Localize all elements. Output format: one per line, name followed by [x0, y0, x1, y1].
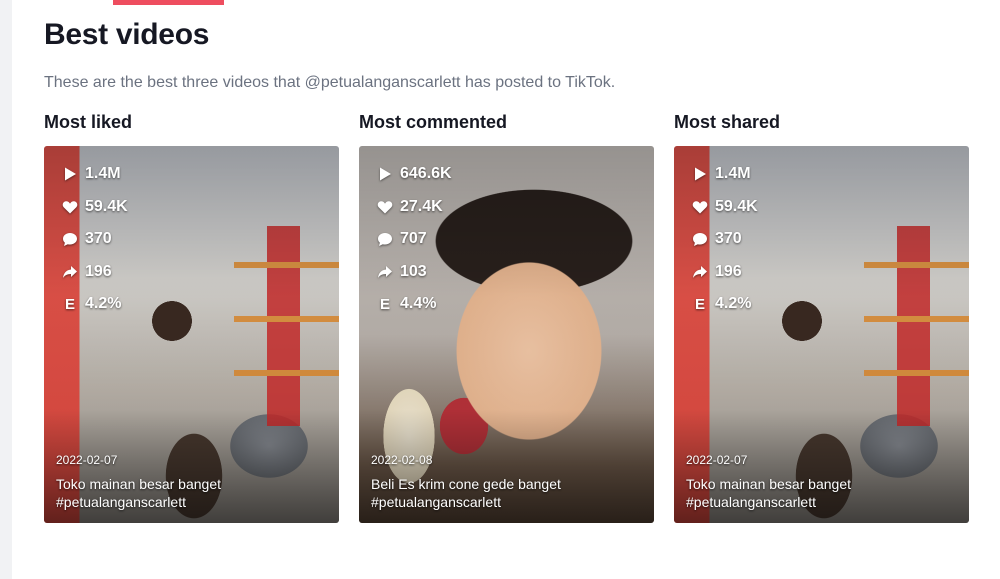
comments-count: 370: [715, 230, 742, 248]
shares-count: 103: [400, 262, 427, 280]
section-subtitle: These are the best three videos that @pe…: [44, 74, 616, 91]
heart-icon: [376, 198, 394, 216]
views-count: 1.4M: [85, 165, 121, 183]
play-icon: [61, 165, 79, 183]
video-date: 2022-02-07: [686, 453, 748, 467]
heart-icon: [691, 198, 709, 216]
engagement-rate: 4.2%: [715, 295, 752, 313]
views-stat: 646.6K: [376, 158, 452, 191]
video-hashtag: #petualanganscarlett: [56, 494, 186, 510]
column-heading: Most liked: [44, 112, 133, 132]
comment-icon: [61, 230, 79, 248]
column-heading: Most shared: [674, 112, 781, 132]
heart-icon: [61, 198, 79, 216]
likes-stat: 27.4K: [376, 191, 452, 224]
video-stats: 1.4M 59.4K 370 196 E 4.2%: [691, 158, 758, 321]
video-column-most-commented: Most commented 646.6K 27.4K 707 103 E 4.: [359, 110, 654, 523]
engagement-icon: E: [379, 295, 390, 313]
comments-count: 370: [85, 230, 112, 248]
likes-count: 59.4K: [85, 197, 128, 215]
video-date: 2022-02-07: [56, 453, 118, 467]
comments-count: 707: [400, 230, 427, 248]
share-arrow-icon: [691, 263, 709, 281]
comment-icon: [691, 230, 709, 248]
views-count: 646.6K: [400, 165, 452, 183]
shares-count: 196: [85, 262, 112, 280]
video-meta: 2022-02-07 Toko mainan besar banget #pet…: [56, 453, 327, 511]
video-date: 2022-02-08: [371, 453, 433, 467]
video-meta: 2022-02-08 Beli Es krim cone gede banget…: [371, 453, 642, 511]
engagement-rate: 4.2%: [85, 295, 122, 313]
comments-stat: 370: [61, 223, 128, 256]
comments-stat: 370: [691, 223, 758, 256]
likes-count: 59.4K: [715, 197, 758, 215]
engagement-icon: E: [694, 295, 705, 313]
video-caption-line: Toko mainan besar banget: [56, 476, 221, 492]
video-hashtag: #petualanganscarlett: [686, 494, 816, 510]
play-icon: [691, 165, 709, 183]
shares-stat: 196: [61, 256, 128, 289]
views-stat: 1.4M: [61, 158, 128, 191]
engagement-rate: 4.4%: [400, 295, 437, 313]
likes-stat: 59.4K: [691, 191, 758, 224]
engagement-stat: E 4.4%: [376, 288, 452, 321]
video-hashtag: #petualanganscarlett: [371, 494, 501, 510]
video-card[interactable]: 646.6K 27.4K 707 103 E 4.4% 2022-02-08 B…: [359, 146, 654, 523]
likes-count: 27.4K: [400, 197, 443, 215]
play-icon: [376, 165, 394, 183]
shares-count: 196: [715, 262, 742, 280]
active-tab-indicator: [113, 0, 224, 5]
share-arrow-icon: [61, 263, 79, 281]
engagement-icon: E: [64, 295, 75, 313]
left-rail: [0, 0, 12, 579]
video-card[interactable]: 1.4M 59.4K 370 196 E 4.2% 2022-02-07 Tok…: [44, 146, 339, 523]
engagement-stat: E 4.2%: [61, 288, 128, 321]
video-column-most-liked: Most liked 1.4M 59.4K 370 196 E 4.2% 202…: [44, 110, 339, 523]
section-title: Best videos: [44, 18, 210, 51]
shares-stat: 103: [376, 256, 452, 289]
video-meta: 2022-02-07 Toko mainan besar banget #pet…: [686, 453, 957, 511]
shares-stat: 196: [691, 256, 758, 289]
likes-stat: 59.4K: [61, 191, 128, 224]
comments-stat: 707: [376, 223, 452, 256]
video-column-most-shared: Most shared 1.4M 59.4K 370 196 E 4.2% 20…: [674, 110, 969, 523]
video-stats: 646.6K 27.4K 707 103 E 4.4%: [376, 158, 452, 321]
views-count: 1.4M: [715, 165, 751, 183]
video-caption-line: Toko mainan besar banget: [686, 476, 851, 492]
views-stat: 1.4M: [691, 158, 758, 191]
video-card[interactable]: 1.4M 59.4K 370 196 E 4.2% 2022-02-07 Tok…: [674, 146, 969, 523]
video-stats: 1.4M 59.4K 370 196 E 4.2%: [61, 158, 128, 321]
engagement-stat: E 4.2%: [691, 288, 758, 321]
column-heading: Most commented: [359, 112, 508, 132]
share-arrow-icon: [376, 263, 394, 281]
video-caption-line: Beli Es krim cone gede banget: [371, 476, 561, 492]
comment-icon: [376, 230, 394, 248]
